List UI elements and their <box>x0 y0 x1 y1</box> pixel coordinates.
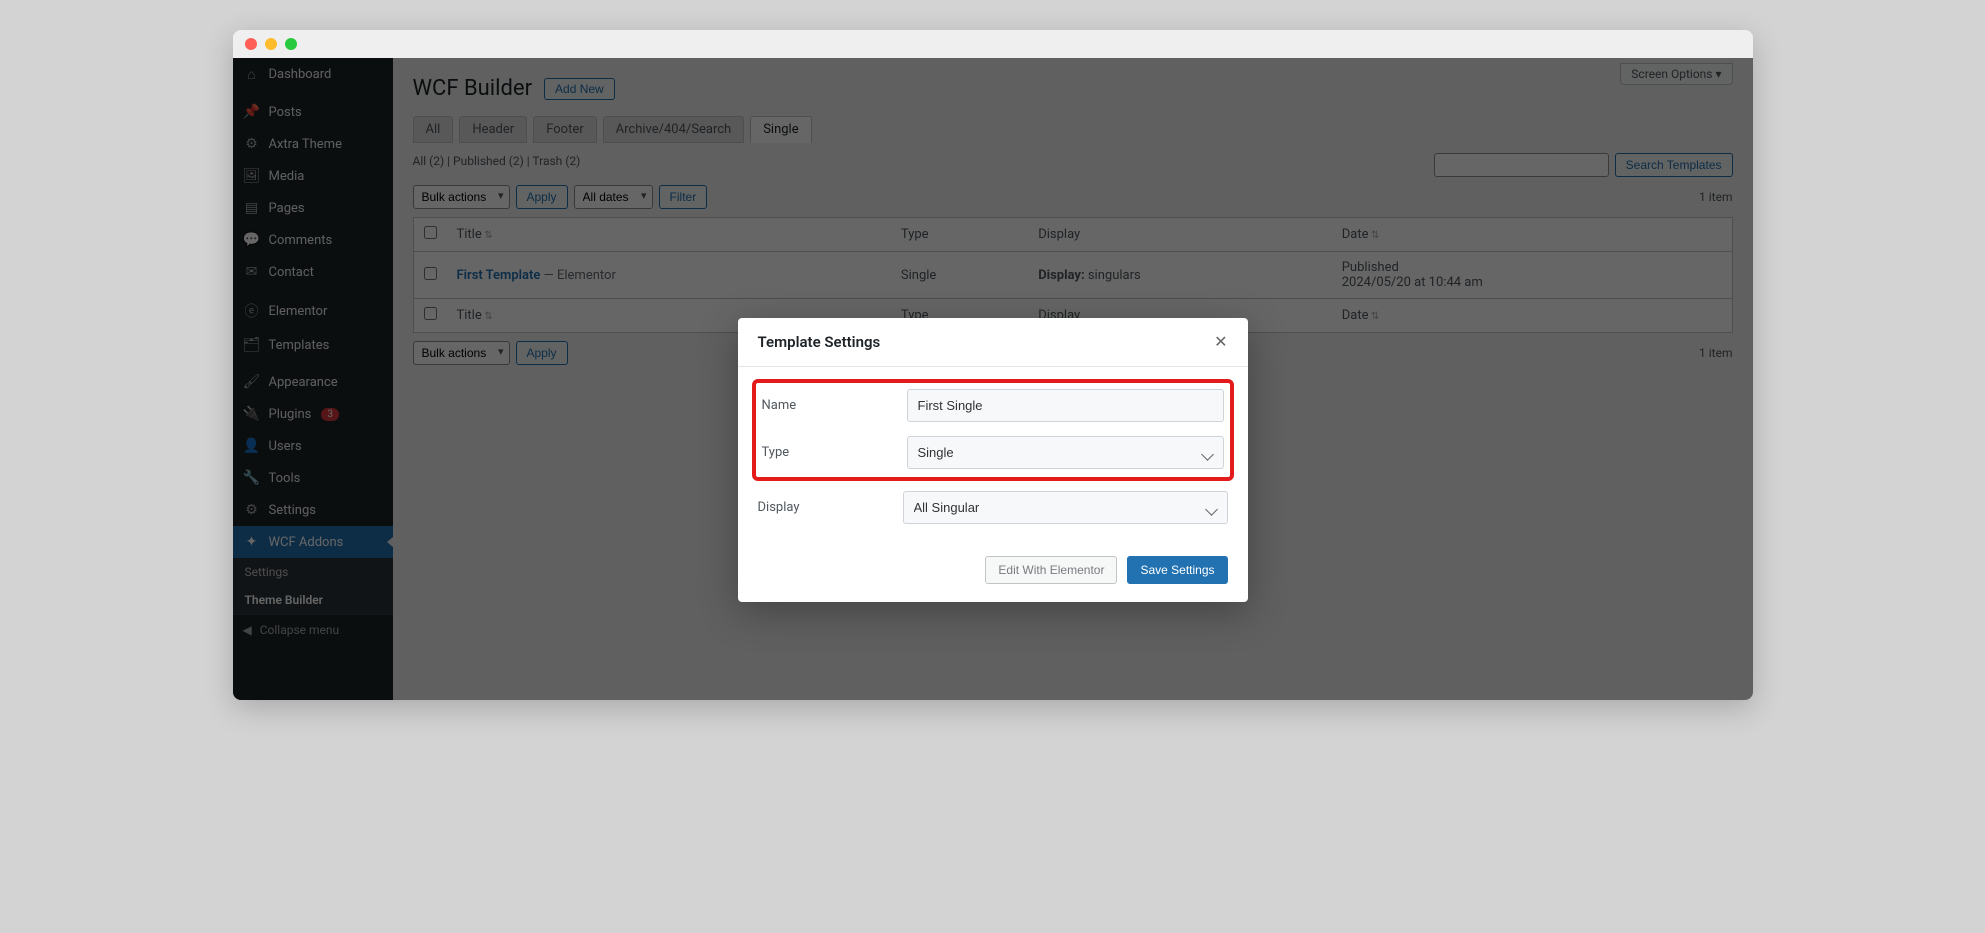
display-select[interactable]: All Singular <box>903 491 1228 524</box>
annotation-highlight: Name Type Single <box>752 379 1234 481</box>
close-dot[interactable] <box>245 38 257 50</box>
titlebar <box>233 30 1753 58</box>
modal-title: Template Settings <box>758 333 881 351</box>
min-dot[interactable] <box>265 38 277 50</box>
template-settings-modal: Template Settings ✕ Name Type Single Dis… <box>738 318 1248 602</box>
name-field-label: Name <box>762 398 887 413</box>
display-field-label: Display <box>758 500 883 515</box>
save-settings-button[interactable]: Save Settings <box>1127 556 1227 584</box>
type-select[interactable]: Single <box>907 436 1224 469</box>
max-dot[interactable] <box>285 38 297 50</box>
modal-close-button[interactable]: ✕ <box>1214 332 1227 352</box>
edit-with-elementor-button[interactable]: Edit With Elementor <box>985 556 1117 584</box>
type-field-label: Type <box>762 445 887 460</box>
name-input[interactable] <box>907 389 1224 422</box>
app-window: ⌂Dashboard 📌Posts ⚙Axtra Theme 🖼Media ▤P… <box>233 30 1753 700</box>
